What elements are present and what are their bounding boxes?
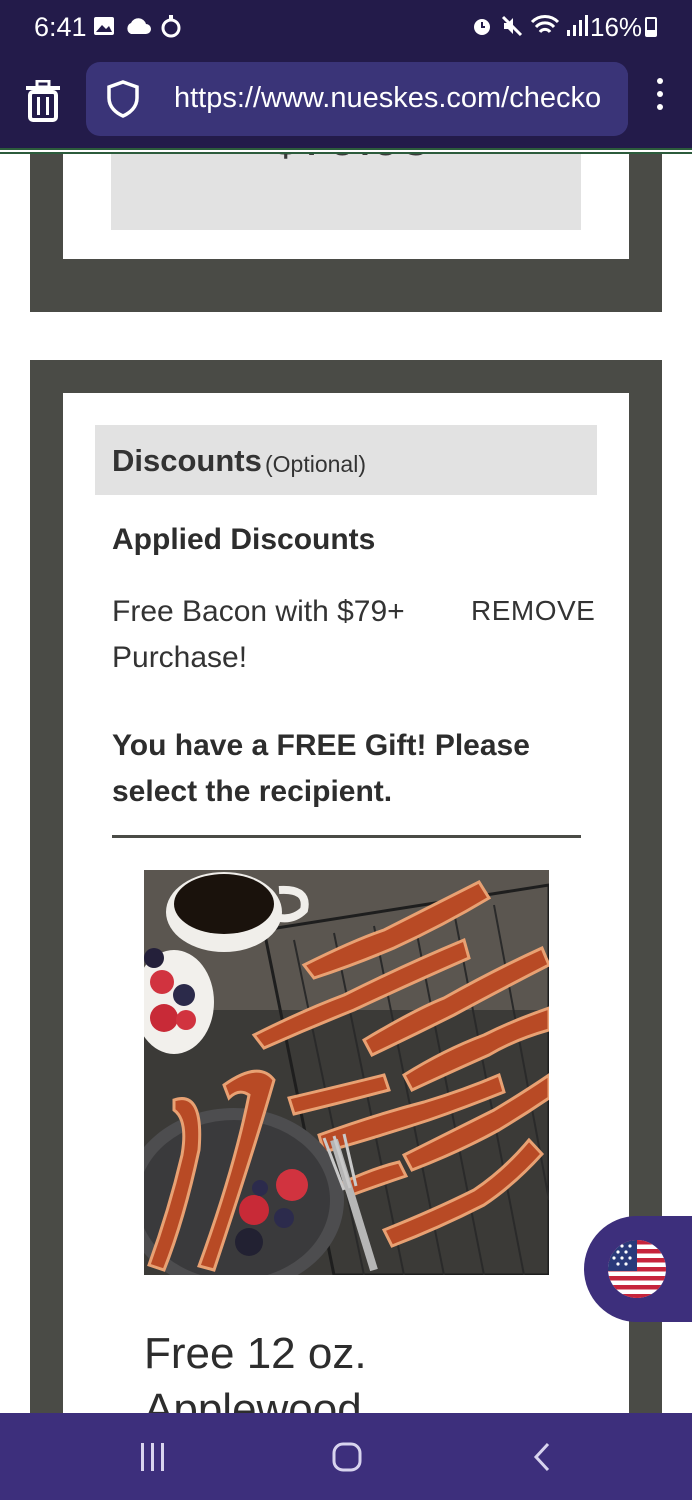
cloud-icon bbox=[127, 18, 151, 34]
browser-toolbar: https://www.nueskes.com/checko bbox=[0, 54, 692, 148]
home-icon[interactable] bbox=[331, 1441, 363, 1473]
free-gift-message: You have a FREE Gift! Please select the … bbox=[112, 729, 530, 808]
order-total-price: $79.98 bbox=[271, 154, 430, 168]
timer-icon bbox=[161, 15, 181, 38]
remove-discount-button[interactable]: REMOVE bbox=[471, 595, 595, 627]
section-divider bbox=[112, 835, 581, 838]
image-icon bbox=[94, 17, 114, 35]
gift-product-title-line2: Applewood bbox=[144, 1385, 362, 1413]
back-icon[interactable] bbox=[530, 1441, 554, 1473]
applied-discounts-title: Applied Discounts bbox=[112, 523, 376, 556]
wifi-icon bbox=[530, 15, 560, 34]
bacon-product-image[interactable] bbox=[144, 870, 549, 1275]
us-flag-icon bbox=[608, 1240, 666, 1298]
url-text[interactable]: https://www.nueskes.com/checko bbox=[174, 82, 601, 115]
status-left-icons bbox=[92, 14, 182, 38]
kebab-icon[interactable] bbox=[652, 78, 668, 122]
order-summary-card: $79.98 bbox=[30, 154, 662, 312]
order-total-box: $79.98 bbox=[111, 154, 581, 230]
mute-icon bbox=[501, 15, 523, 37]
page-content: $79.98 Discounts (Optional) Applied Disc… bbox=[0, 154, 692, 1413]
trash-icon[interactable] bbox=[24, 80, 62, 122]
status-time: 6:41 bbox=[34, 12, 87, 42]
battery-percentage: 16% bbox=[590, 12, 643, 42]
applied-discount-name: Free Bacon with $79+ Purchase! bbox=[112, 595, 405, 674]
bacon-photo bbox=[144, 870, 549, 1275]
signal-icon bbox=[567, 15, 588, 36]
discounts-optional-label: (Optional) bbox=[265, 451, 366, 477]
discounts-title: Discounts bbox=[112, 443, 262, 478]
battery-icon bbox=[645, 17, 657, 37]
address-bar[interactable]: https://www.nueskes.com/checko bbox=[86, 62, 628, 136]
status-bar: 6:41 16% bbox=[0, 0, 692, 54]
gift-product-title: Free 12 oz. bbox=[144, 1329, 367, 1378]
discounts-header: Discounts (Optional) bbox=[95, 425, 597, 495]
discounts-card: Discounts (Optional) Applied Discounts F… bbox=[30, 360, 662, 1413]
recent-apps-icon[interactable] bbox=[138, 1441, 168, 1473]
alarm-icon bbox=[474, 19, 490, 35]
country-selector-button[interactable] bbox=[584, 1216, 692, 1322]
shield-icon[interactable] bbox=[106, 80, 140, 118]
system-nav-bar bbox=[0, 1413, 692, 1500]
status-right-icons bbox=[470, 14, 588, 38]
